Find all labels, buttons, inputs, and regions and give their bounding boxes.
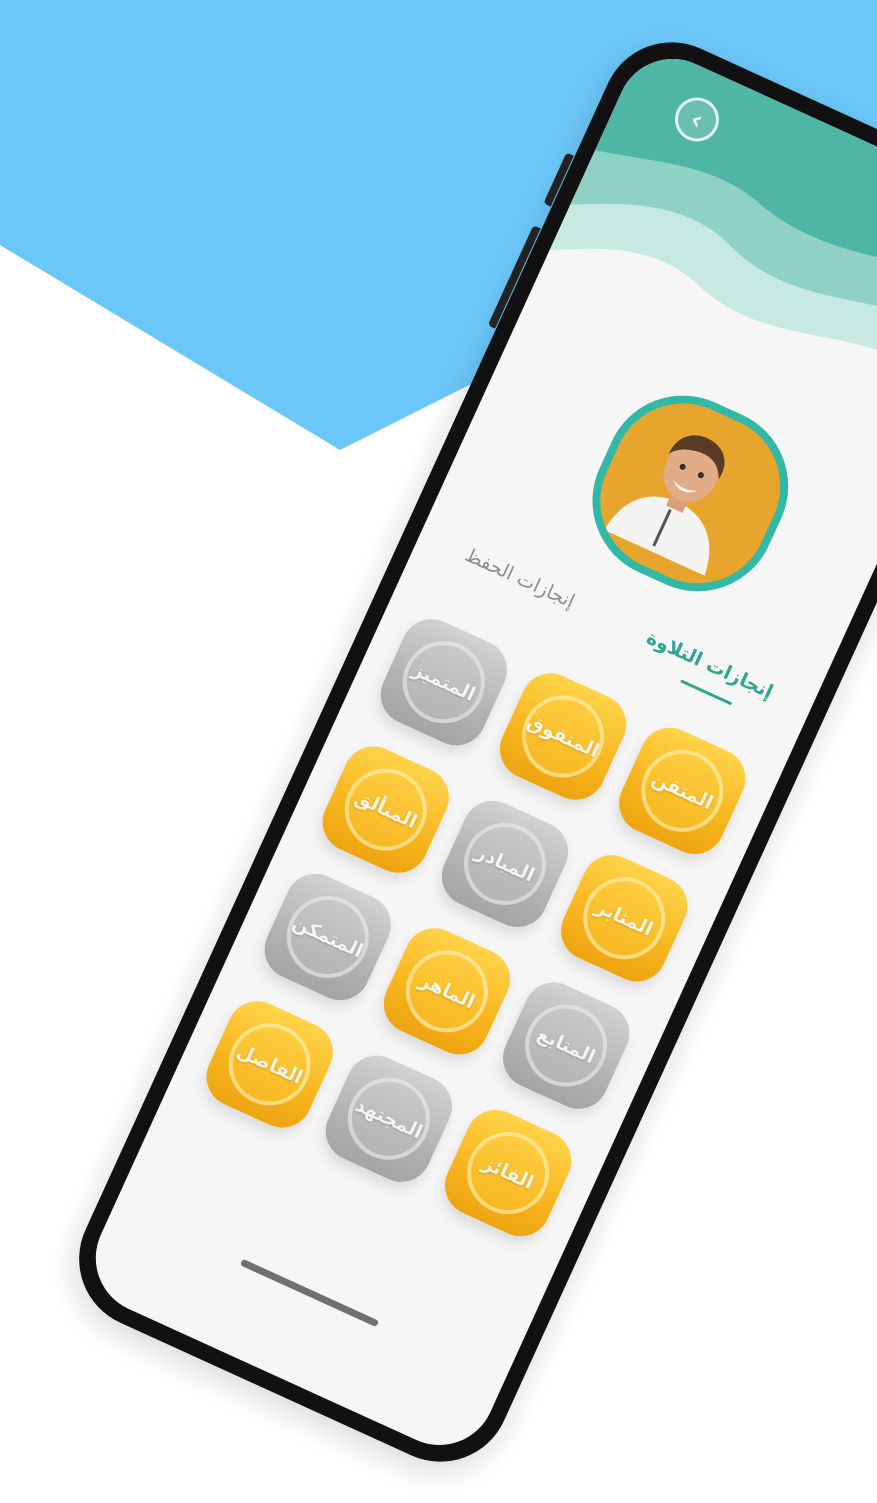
achievement-badge[interactable]: المتألق: [312, 736, 459, 883]
achievement-badge[interactable]: المجتهد: [316, 1045, 462, 1192]
achievement-badge[interactable]: المبادر: [432, 791, 578, 937]
achievement-badge[interactable]: المتميز: [370, 609, 517, 756]
achievement-badge[interactable]: المتمكن: [254, 864, 401, 1010]
child-avatar-icon: [584, 380, 789, 585]
promo-stage: ‹ ي إنجازات التلاوة إنجازات الحفظ: [0, 0, 877, 1503]
achievement-badge[interactable]: الماهر: [374, 918, 520, 1065]
chevron-left-icon: ‹: [685, 104, 708, 137]
achievement-badge[interactable]: المثابر: [551, 845, 698, 992]
achievement-badge[interactable]: المتفوق: [490, 663, 636, 810]
achievement-badge[interactable]: الفائز: [435, 1100, 581, 1246]
home-indicator[interactable]: [239, 1258, 380, 1328]
tab-memorization-achievements[interactable]: إنجازات الحفظ: [462, 544, 578, 613]
achievement-badge[interactable]: الفاضل: [196, 991, 343, 1138]
achievement-badge[interactable]: المتابع: [493, 972, 639, 1119]
avatar: [567, 370, 814, 617]
achievement-badge[interactable]: المتقن: [609, 717, 756, 864]
